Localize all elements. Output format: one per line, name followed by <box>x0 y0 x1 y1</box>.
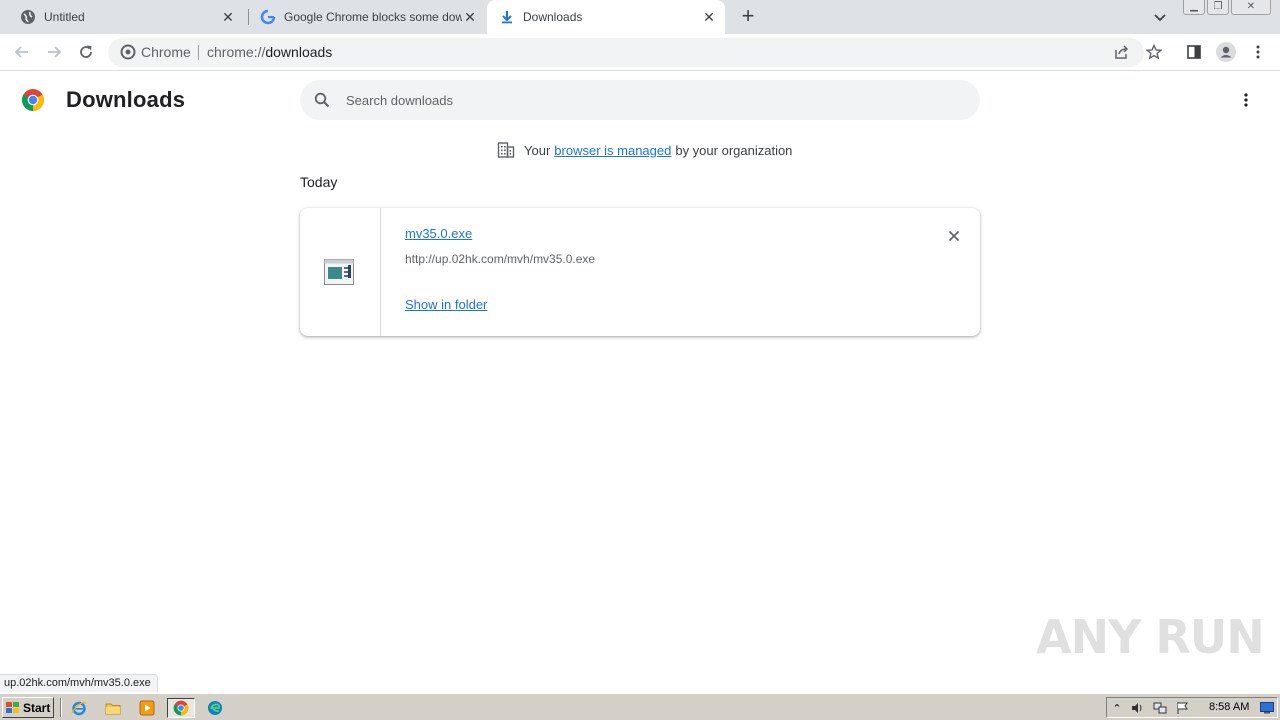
back-arrow-icon <box>14 46 28 58</box>
search-icon <box>314 92 330 108</box>
url-host: downloads <box>265 44 333 60</box>
taskbar-clock: 8:58 AM <box>1209 701 1250 713</box>
managed-notice: Your browser is managed by your organiza… <box>497 141 792 159</box>
managed-prefix: Your <box>524 142 551 158</box>
google-g-icon <box>260 9 276 25</box>
side-panel-button[interactable] <box>1182 40 1206 64</box>
url-text[interactable]: chrome://downloads <box>207 44 332 60</box>
close-tab-icon[interactable]: ✕ <box>462 9 478 25</box>
volume-icon[interactable] <box>1129 700 1145 716</box>
search-input[interactable] <box>346 80 946 120</box>
tab-downloads[interactable]: Downloads ✕ <box>487 0 725 34</box>
file-explorer-icon[interactable] <box>102 698 124 718</box>
downloads-header: Downloads <box>0 72 1280 128</box>
new-tab-button[interactable]: + <box>736 5 760 29</box>
profile-button[interactable] <box>1214 40 1238 64</box>
network-icon[interactable] <box>1152 700 1168 716</box>
managed-suffix: by your organization <box>675 142 793 158</box>
avatar-icon <box>1216 42 1236 62</box>
tab-title: Untitled <box>44 10 85 24</box>
download-icon <box>499 9 515 25</box>
share-button[interactable] <box>1110 40 1134 64</box>
action-center-flag-icon[interactable] <box>1175 700 1191 716</box>
globe-icon <box>20 9 36 25</box>
close-tab-icon[interactable]: ✕ <box>701 9 717 25</box>
omnibox-chip: Chrome <box>141 44 191 60</box>
system-tray: ⌃ 8:58 AM <box>1106 697 1278 718</box>
download-item-card: mv35.0.exe http://up.02hk.com/mvh/mv35.0… <box>300 208 980 336</box>
tab-chrome-blocks[interactable]: Google Chrome blocks some downloa ✕ <box>252 0 486 34</box>
forward-button[interactable] <box>42 40 66 64</box>
browser-toolbar: Chrome chrome://downloads <box>0 34 1280 71</box>
show-desktop-icon[interactable] <box>1259 700 1275 716</box>
start-button[interactable]: Start <box>2 697 54 718</box>
kebab-menu-icon <box>1244 93 1248 107</box>
anyrun-watermark: ANY RUN <box>1036 610 1265 664</box>
minimize-button[interactable]: ▁ <box>1183 0 1205 15</box>
status-bubble: up.02hk.com/mvh/mv35.0.exe <box>0 674 158 692</box>
internet-explorer-icon[interactable] <box>68 698 90 718</box>
address-bar[interactable]: Chrome chrome://downloads <box>108 38 1162 67</box>
share-icon <box>1115 45 1129 59</box>
kebab-menu-icon <box>1256 45 1260 59</box>
back-button[interactable] <box>10 40 34 64</box>
search-downloads[interactable] <box>300 80 980 120</box>
restore-button[interactable]: ❐ <box>1207 0 1229 15</box>
taskbar-separator <box>60 698 62 717</box>
exe-file-icon <box>324 259 354 285</box>
windows-taskbar: Start ⌃ 8:58 AM <box>0 693 1280 720</box>
start-label: Start <box>23 700 51 715</box>
reload-icon <box>80 45 92 58</box>
close-icon <box>948 230 960 242</box>
building-icon <box>497 141 515 159</box>
tab-separator <box>248 9 249 25</box>
file-name-link[interactable]: mv35.0.exe <box>405 226 472 241</box>
windows-flag-icon <box>5 701 21 715</box>
tray-expand-icon[interactable]: ⌃ <box>1109 700 1125 716</box>
tab-strip: Untitled ✕ Google Chrome blocks some dow… <box>0 0 1280 34</box>
show-in-folder-link[interactable]: Show in folder <box>405 297 487 312</box>
url-scheme: chrome:// <box>207 44 266 60</box>
reload-button[interactable] <box>74 40 98 64</box>
chrome-site-icon[interactable] <box>120 44 136 60</box>
chrome-logo-icon <box>21 88 45 112</box>
close-tab-icon[interactable]: ✕ <box>220 9 236 25</box>
file-source-url: http://up.02hk.com/mvh/mv35.0.exe <box>405 252 596 266</box>
page-title: Downloads <box>66 87 186 112</box>
star-icon <box>1146 44 1162 60</box>
tab-title: Google Chrome blocks some downloa <box>284 10 462 24</box>
chrome-menu-button[interactable] <box>1246 40 1270 64</box>
browser-managed-link[interactable]: browser is managed <box>554 143 671 158</box>
date-group-label: Today <box>300 174 338 190</box>
downloads-more-actions-button[interactable] <box>1236 90 1256 110</box>
tab-untitled[interactable]: Untitled ✕ <box>12 0 244 34</box>
forward-arrow-icon <box>48 46 62 58</box>
window-controls: ▁ ❐ ✕ <box>1183 0 1271 16</box>
edge-icon[interactable] <box>204 698 226 718</box>
tab-search-chevron-icon[interactable] <box>1152 9 1168 25</box>
omnibox-divider <box>198 45 199 60</box>
bookmark-button[interactable] <box>1142 40 1166 64</box>
media-player-icon[interactable] <box>136 698 158 718</box>
remove-download-button[interactable] <box>944 226 964 246</box>
side-panel-icon <box>1187 45 1201 59</box>
tab-title: Downloads <box>523 10 583 24</box>
chrome-taskbar-icon[interactable] <box>167 698 195 718</box>
close-window-button[interactable]: ✕ <box>1231 0 1271 15</box>
file-icon-column <box>300 208 381 336</box>
